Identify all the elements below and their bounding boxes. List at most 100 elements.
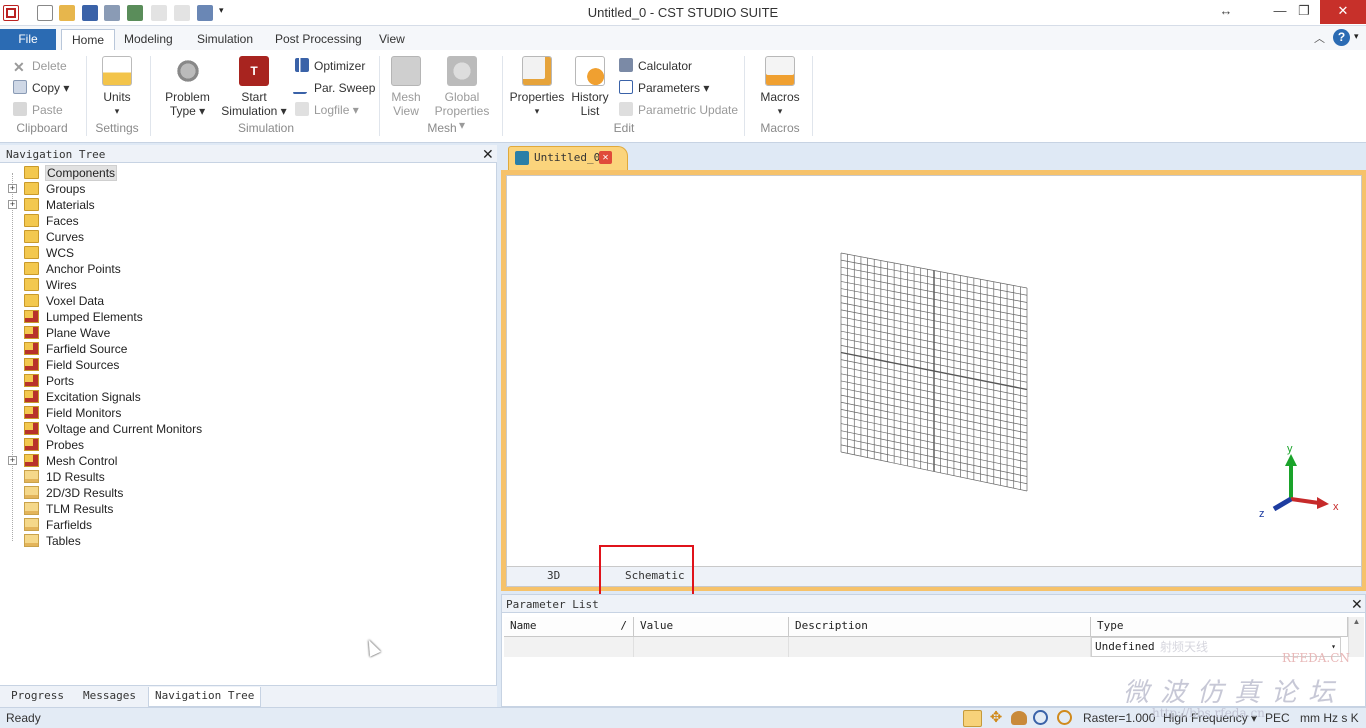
maximize-button[interactable]: ❐ bbox=[1284, 0, 1324, 24]
help-icon[interactable]: ? bbox=[1333, 29, 1350, 46]
zoom-icon[interactable] bbox=[1033, 710, 1048, 725]
tab-messages[interactable]: Messages bbox=[77, 687, 142, 707]
watermark-site: http://bbs.rfeda.cn bbox=[1152, 706, 1265, 720]
copy-button[interactable]: Copy ▾ bbox=[13, 79, 69, 97]
folder-icon bbox=[24, 294, 39, 307]
group-label-simulation: Simulation bbox=[237, 121, 295, 135]
tab-progress[interactable]: Progress bbox=[5, 687, 70, 707]
folder-icon bbox=[24, 262, 39, 275]
rotate-icon[interactable] bbox=[1011, 711, 1027, 725]
bottom-panel-tabs: Progress Messages Navigation Tree bbox=[0, 685, 497, 707]
units-button[interactable]: Units ▾ bbox=[96, 56, 138, 118]
problem-type-button[interactable]: Problem Type ▾ bbox=[160, 56, 215, 118]
expand-icon[interactable]: + bbox=[8, 184, 17, 193]
gear-folder-icon bbox=[24, 390, 39, 403]
zoom-select-icon[interactable] bbox=[963, 710, 982, 727]
document-tab[interactable]: Untitled_0 ✕ bbox=[508, 146, 628, 170]
gear-folder-icon bbox=[24, 406, 39, 419]
tab-modeling[interactable]: Modeling bbox=[114, 29, 183, 50]
properties-button[interactable]: Properties ▾ bbox=[508, 56, 566, 118]
tab-home[interactable]: Home bbox=[61, 29, 116, 50]
mouse-cursor-icon bbox=[363, 637, 381, 657]
tree-item-label: Voltage and Current Monitors bbox=[46, 422, 203, 436]
tree-item-label: Materials bbox=[46, 198, 95, 212]
tab-simulation[interactable]: Simulation bbox=[187, 29, 263, 50]
tree-item-label: Faces bbox=[46, 214, 79, 228]
parameter-list-header: Parameter List bbox=[502, 595, 1365, 613]
start-simulation-button[interactable]: T Start Simulation ▾ bbox=[220, 56, 288, 118]
par-sweep-button[interactable]: Par. Sweep bbox=[292, 79, 375, 97]
parametric-update-button[interactable]: Parametric Update bbox=[619, 101, 738, 119]
close-button[interactable]: ✕ bbox=[1320, 0, 1366, 24]
tree-item-label: Farfields bbox=[46, 518, 93, 532]
tree-item-label: Curves bbox=[46, 230, 85, 244]
start-simulation-icon: T bbox=[239, 56, 269, 86]
group-label-macros: Macros bbox=[760, 121, 800, 135]
tree-item-label: Groups bbox=[46, 182, 86, 196]
results-folder-icon bbox=[24, 470, 39, 483]
pan-icon[interactable]: ✥ bbox=[988, 710, 1004, 726]
expand-icon[interactable]: + bbox=[8, 200, 17, 209]
collapse-ribbon-icon[interactable]: ︿ bbox=[1314, 30, 1325, 46]
results-folder-icon bbox=[24, 518, 39, 531]
mesh-view-button[interactable]: Mesh View bbox=[386, 56, 426, 118]
tree-item-label: Lumped Elements bbox=[46, 310, 143, 324]
tree-item-label: Wires bbox=[46, 278, 77, 292]
folder-icon bbox=[24, 214, 39, 227]
ribbon-tab-bar: File Home Modeling Simulation Post Proce… bbox=[0, 26, 1366, 50]
tree-item-label: Anchor Points bbox=[46, 262, 121, 276]
column-type[interactable]: Type bbox=[1091, 617, 1348, 637]
value-cell[interactable] bbox=[634, 637, 789, 657]
close-parameter-list-icon[interactable]: ✕ bbox=[1351, 597, 1363, 611]
close-navigation-icon[interactable]: ✕ bbox=[482, 147, 494, 161]
history-list-icon bbox=[575, 56, 605, 86]
raster-value: Raster=1.000 bbox=[1083, 711, 1156, 725]
tree-item-label: Probes bbox=[46, 438, 85, 452]
gear-folder-icon bbox=[24, 326, 39, 339]
copy-icon bbox=[13, 80, 27, 94]
3d-viewport[interactable]: y x z bbox=[506, 175, 1362, 567]
tab-navigation-tree[interactable]: Navigation Tree bbox=[148, 687, 262, 707]
column-value[interactable]: Value bbox=[634, 617, 789, 637]
group-separator bbox=[86, 56, 87, 136]
tree-item-label: Farfield Source bbox=[46, 342, 128, 356]
column-name[interactable]: Name / bbox=[504, 617, 634, 637]
logfile-button[interactable]: Logfile ▾ bbox=[295, 101, 359, 119]
reset-view-icon[interactable] bbox=[1057, 710, 1072, 725]
tree-item-label: Field Sources bbox=[46, 358, 120, 372]
tree-item-label: Components bbox=[45, 165, 118, 181]
tab-file[interactable]: File bbox=[0, 29, 56, 50]
tree-item-label: WCS bbox=[46, 246, 74, 260]
group-separator bbox=[744, 56, 745, 136]
scrollbar[interactable]: ▲ bbox=[1348, 617, 1364, 657]
delete-button[interactable]: ✕ Delete bbox=[13, 57, 67, 75]
tree-item-label: Mesh Control bbox=[46, 454, 118, 468]
expand-icon[interactable]: + bbox=[8, 456, 17, 465]
paste-icon bbox=[13, 102, 27, 116]
optimizer-button[interactable]: Optimizer bbox=[295, 57, 365, 75]
tree-item-label: Tables bbox=[46, 534, 81, 548]
column-description[interactable]: Description bbox=[789, 617, 1091, 637]
parametric-update-icon bbox=[619, 102, 633, 116]
gear-folder-icon bbox=[24, 342, 39, 355]
gear-folder-icon bbox=[24, 358, 39, 371]
history-list-button[interactable]: History List bbox=[568, 56, 612, 118]
calculator-button[interactable]: Calculator bbox=[619, 57, 692, 75]
help-dropdown-icon[interactable]: ▾ bbox=[1354, 31, 1359, 42]
name-cell[interactable] bbox=[504, 637, 634, 657]
paste-button[interactable]: Paste bbox=[13, 101, 63, 119]
navigation-tree-header: Navigation Tree bbox=[0, 145, 497, 163]
gear-folder-icon bbox=[24, 438, 39, 451]
logfile-icon bbox=[295, 102, 309, 116]
x-axis-label: x bbox=[1333, 501, 1339, 513]
close-tab-icon[interactable]: ✕ bbox=[599, 151, 612, 164]
tab-view[interactable]: View bbox=[369, 29, 415, 50]
tab-post-processing[interactable]: Post Processing bbox=[265, 29, 372, 50]
description-cell[interactable] bbox=[789, 637, 1091, 657]
results-folder-icon bbox=[24, 486, 39, 499]
macros-button[interactable]: Macros ▾ bbox=[756, 56, 804, 118]
tab-3d[interactable]: 3D bbox=[547, 569, 560, 582]
parameters-button[interactable]: Parameters ▾ bbox=[619, 79, 709, 97]
watermark-brand: RFEDA.CN bbox=[1282, 651, 1350, 665]
resize-icon[interactable]: ↔ bbox=[1206, 0, 1246, 24]
